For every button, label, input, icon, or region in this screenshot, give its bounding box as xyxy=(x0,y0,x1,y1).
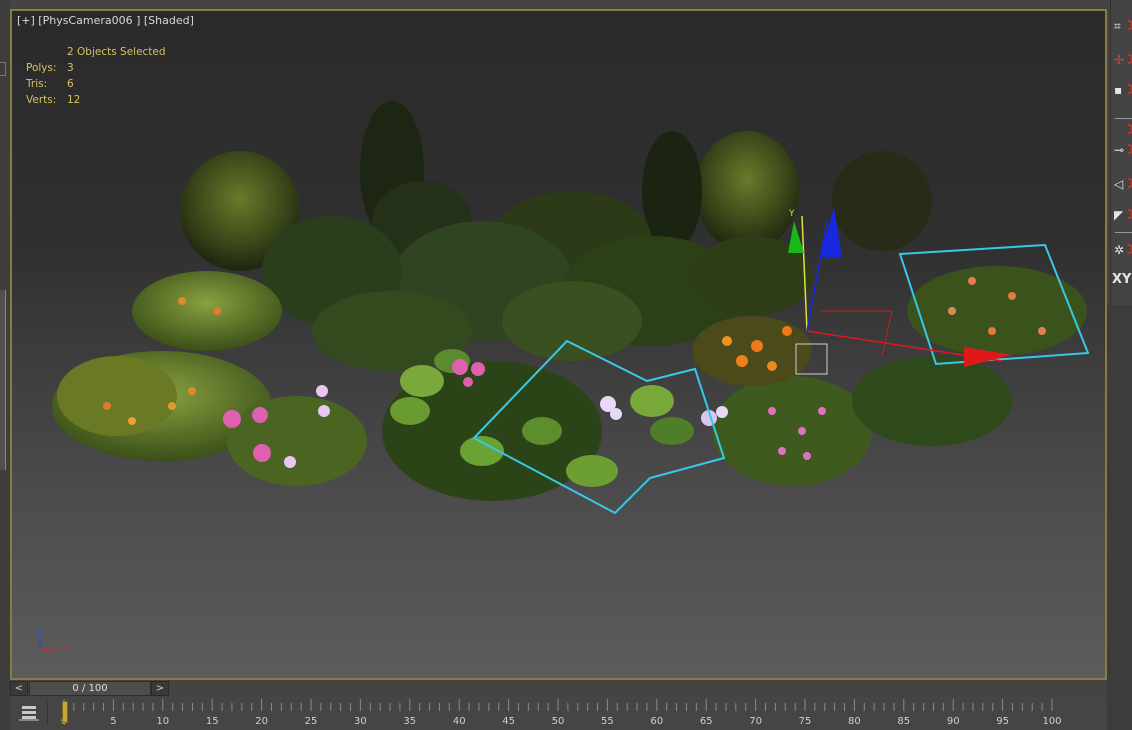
stat-row-polys: Polys: 3 xyxy=(26,62,74,74)
xy-axis-button[interactable]: XY xyxy=(1111,270,1132,290)
background-foliage xyxy=(180,101,932,371)
axis-z-label: Z xyxy=(37,626,43,635)
trackbar-tick-label: 25 xyxy=(305,716,318,727)
grid-snap-icon[interactable]: ⌗ xyxy=(1111,16,1132,36)
light-icon[interactable]: ◤ xyxy=(1111,205,1132,225)
stat-row-verts: Verts: 12 xyxy=(26,94,81,106)
curve-editor-icon[interactable] xyxy=(14,702,48,724)
time-slider-prev-button[interactable]: < xyxy=(10,681,28,696)
time-slider[interactable]: < 0 / 100 > xyxy=(10,681,1107,697)
line-icon[interactable] xyxy=(1111,120,1132,140)
left-panel-tab[interactable] xyxy=(0,62,6,76)
trackbar-tick-label: 45 xyxy=(502,716,515,727)
trackbar-tick-label: 60 xyxy=(650,716,663,727)
trackbar-tick-label: 95 xyxy=(996,716,1009,727)
viewport-camera[interactable]: Y Z X [+] [PhysCamera006 ] [Shaded] 2 Ob… xyxy=(10,9,1107,680)
trackbar-tick-label: 80 xyxy=(848,716,861,727)
trackbar-tick-label: 35 xyxy=(403,716,416,727)
trackbar-tick-label: 10 xyxy=(156,716,169,727)
time-slider-thumb[interactable]: 0 / 100 xyxy=(29,681,151,696)
time-slider-next-button[interactable]: > xyxy=(151,681,169,696)
axis-x-label: X xyxy=(64,645,70,654)
trackbar-tick-label: 5 xyxy=(110,716,116,727)
current-frame-marker[interactable] xyxy=(62,701,68,723)
trackbar-tick-label: 90 xyxy=(947,716,960,727)
axis-tripod: Z X xyxy=(37,626,70,654)
camera-icon[interactable]: ◁ xyxy=(1111,174,1132,194)
gizmo-y-label: Y xyxy=(788,209,795,219)
trackbar-tick-label: 55 xyxy=(601,716,614,727)
trackbar-tick-label: 50 xyxy=(552,716,565,727)
edge-point-icon[interactable]: ⊸ xyxy=(1111,140,1132,160)
scene-render[interactable]: Y Z X xyxy=(12,11,1107,680)
left-panel-scrollbar[interactable] xyxy=(0,290,6,470)
trackbar-tick-label: 15 xyxy=(206,716,219,727)
trackbar-tick-label: 20 xyxy=(255,716,268,727)
trackbar-tick-label: 100 xyxy=(1042,716,1061,727)
trackbar-tick-label: 40 xyxy=(453,716,466,727)
viewport-navigation-toolbar: ⌗ ✢ ▪ ⊸ ◁ ◤ ✲ XY xyxy=(1110,0,1132,305)
left-panel-strip xyxy=(0,0,10,730)
gear-icon[interactable]: ✲ xyxy=(1111,240,1132,260)
trackbar-tick-label: 85 xyxy=(897,716,910,727)
point-icon[interactable]: ▪ xyxy=(1111,80,1132,100)
trackbar-tick-label: 70 xyxy=(749,716,762,727)
trackbar[interactable]: 0510152025303540455055606570758085909510… xyxy=(10,697,1107,730)
stat-row-tris: Tris: 6 xyxy=(26,78,74,90)
viewport-label-menu[interactable]: [+] [PhysCamera006 ] [Shaded] xyxy=(17,14,194,27)
trackbar-ruler[interactable]: 0510152025303540455055606570758085909510… xyxy=(60,699,1107,730)
right-panel-filler xyxy=(1107,305,1132,730)
trackbar-tick-label: 30 xyxy=(354,716,367,727)
stats-overlay: 2 Objects Selected Polys: 3 Tris: 6 Verts:… xyxy=(26,44,166,108)
selection-count: 2 Objects Selected xyxy=(67,46,166,58)
trackbar-tick-label: 75 xyxy=(799,716,812,727)
select-tool-icon[interactable]: ✢ xyxy=(1111,50,1132,70)
trackbar-tick-label: 65 xyxy=(700,716,713,727)
